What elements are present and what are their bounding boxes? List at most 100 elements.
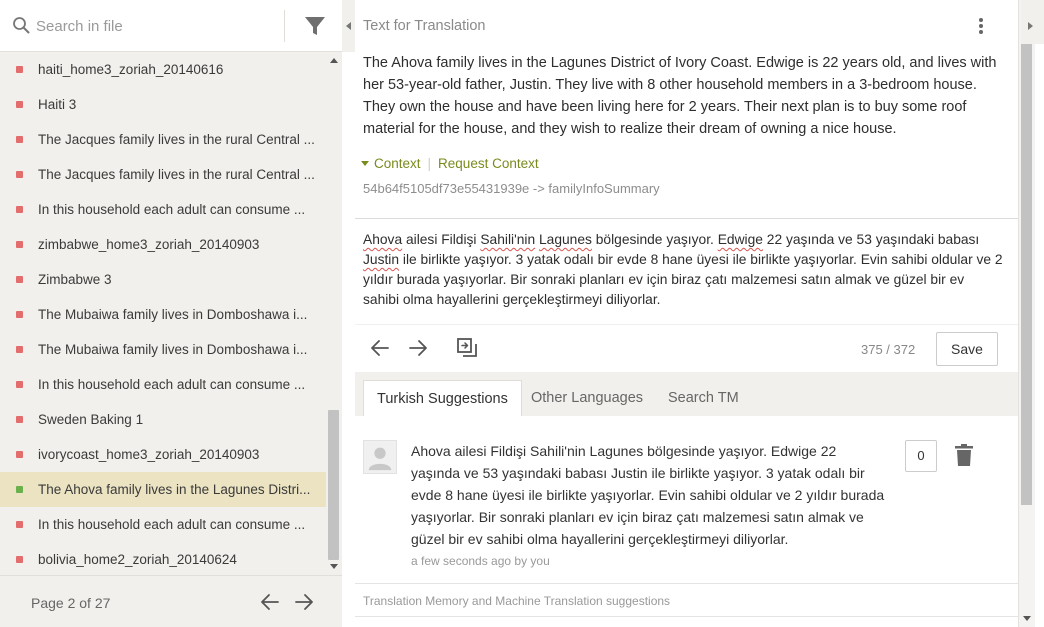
- file-list-item[interactable]: bolivia_home2_zoriah_20140624: [0, 542, 326, 575]
- untranslated-status-icon: [16, 381, 23, 388]
- context-toggle[interactable]: Context: [374, 156, 421, 171]
- untranslated-status-icon: [16, 346, 23, 353]
- translation-toolbar: 375 / 372 Save: [355, 324, 1018, 372]
- file-list-item[interactable]: ivorycoast_home3_zoriah_20140903: [0, 437, 326, 472]
- expand-right-panel-button[interactable]: [1018, 0, 1044, 52]
- untranslated-status-icon: [16, 521, 23, 528]
- previous-segment-icon[interactable]: [369, 337, 391, 359]
- next-segment-icon[interactable]: [407, 337, 429, 359]
- editor-panel: Text for Translation The Ahova family li…: [355, 0, 1018, 627]
- file-list-item[interactable]: The Mubaiwa family lives in Domboshawa i…: [0, 297, 326, 332]
- file-list-item-label: In this household each adult can consume…: [38, 202, 306, 217]
- arrow-right-icon[interactable]: [294, 592, 314, 612]
- tab-search-tm[interactable]: Search TM: [655, 380, 752, 416]
- context-row: Context | Request Context: [361, 156, 539, 171]
- pager: Page 2 of 27: [0, 575, 342, 627]
- file-list-item[interactable]: In this household each adult can consume…: [0, 192, 326, 227]
- more-options-icon[interactable]: [971, 14, 991, 38]
- user-avatar-icon: [363, 440, 397, 474]
- file-list-item[interactable]: Zimbabwe 3: [0, 262, 326, 297]
- tab-other-languages[interactable]: Other Languages: [518, 380, 656, 416]
- search-icon: [13, 17, 30, 34]
- file-list-item[interactable]: haiti_home3_zoriah_20140616: [0, 52, 326, 87]
- file-list-item-label: The Jacques family lives in the rural Ce…: [38, 167, 315, 182]
- translation-text-run: bölgesinde yaşıyor.: [591, 232, 718, 247]
- copy-source-icon[interactable]: [456, 337, 478, 359]
- misspelled-word: Lagunes: [538, 232, 592, 247]
- editor-scrollbar[interactable]: [1018, 0, 1044, 627]
- untranslated-status-icon: [16, 241, 23, 248]
- filter-icon[interactable]: [304, 15, 326, 37]
- file-list-item-label: In this household each adult can consume…: [38, 377, 306, 392]
- chevron-left-icon: [346, 22, 351, 30]
- trash-icon[interactable]: [955, 444, 973, 466]
- collapse-left-panel-button[interactable]: [342, 0, 355, 52]
- file-list-item-label: The Jacques family lives in the rural Ce…: [38, 132, 315, 147]
- suggestion-item: Ahova ailesi Fildişi Sahili'nin Lagunes …: [355, 416, 1018, 584]
- divider: [355, 218, 1018, 219]
- suggestion-meta: a few seconds ago by you: [411, 554, 550, 568]
- file-list-item-label: ivorycoast_home3_zoriah_20140903: [38, 447, 260, 462]
- source-text: The Ahova family lives in the Lagunes Di…: [363, 55, 997, 137]
- scroll-up-icon[interactable]: [330, 58, 338, 63]
- untranslated-status-icon: [16, 171, 23, 178]
- file-list-item[interactable]: The Jacques family lives in the rural Ce…: [0, 122, 326, 157]
- file-list-item[interactable]: The Mubaiwa family lives in Domboshawa i…: [0, 332, 326, 367]
- file-list-item[interactable]: Sweden Baking 1: [0, 402, 326, 437]
- translation-text-run: ailesi Fildişi: [402, 232, 481, 247]
- translated-status-icon: [16, 486, 23, 493]
- untranslated-status-icon: [16, 451, 23, 458]
- character-counter: 375 / 372: [861, 342, 916, 357]
- separator: |: [427, 156, 432, 171]
- file-list-item[interactable]: zimbabwe_home3_zoriah_20140903: [0, 227, 326, 262]
- arrow-left-icon[interactable]: [260, 592, 280, 612]
- untranslated-status-icon: [16, 206, 23, 213]
- file-list-item-label: The Ahova family lives in the Lagunes Di…: [38, 482, 311, 497]
- file-list-item-label: In this household each adult can consume…: [38, 517, 306, 532]
- translation-text-run: ile birlikte yaşıyor. 3 yatak odalı bir …: [363, 252, 1003, 307]
- tab-turkish-suggestions[interactable]: Turkish Suggestions: [363, 380, 522, 416]
- file-list-item-label: Sweden Baking 1: [38, 412, 144, 427]
- untranslated-status-icon: [16, 556, 23, 563]
- file-list-item[interactable]: In this household each adult can consume…: [0, 367, 326, 402]
- chevron-right-icon: [1028, 22, 1033, 30]
- file-list-item[interactable]: In this household each adult can consume…: [0, 507, 326, 542]
- search-input[interactable]: [36, 14, 276, 38]
- suggestion-tabs: Turkish Suggestions Other Languages Search…: [355, 372, 1018, 416]
- file-list-item-label: The Mubaiwa family lives in Domboshawa i…: [38, 342, 308, 357]
- untranslated-status-icon: [16, 276, 23, 283]
- file-list-item-label: bolivia_home2_zoriah_20140624: [38, 552, 237, 567]
- scrollbar-thumb[interactable]: [328, 410, 339, 560]
- scroll-down-icon[interactable]: [1023, 616, 1031, 621]
- file-list-item[interactable]: Haiti 3: [0, 87, 326, 122]
- scroll-down-icon[interactable]: [330, 564, 338, 569]
- divider: [284, 10, 285, 42]
- file-list-item-label: The Mubaiwa family lives in Domboshawa i…: [38, 307, 308, 322]
- search-bar: [0, 0, 342, 52]
- vote-count[interactable]: 0: [905, 440, 937, 472]
- context-key: 54b64f5105df73e55431939e -> familyInfoSu…: [363, 181, 660, 196]
- suggestion-text[interactable]: Ahova ailesi Fildişi Sahili'nin Lagunes …: [411, 440, 889, 550]
- divider: [355, 616, 1018, 617]
- save-button[interactable]: Save: [936, 332, 998, 366]
- caret-down-icon: [361, 161, 369, 166]
- file-list-scrollbar[interactable]: [326, 52, 342, 575]
- file-list-item-label: Haiti 3: [38, 97, 77, 112]
- untranslated-status-icon: [16, 66, 23, 73]
- file-list: haiti_home3_zoriah_20140616 Haiti 3 The Ja…: [0, 52, 326, 575]
- file-list-item-label: haiti_home3_zoriah_20140616: [38, 62, 224, 77]
- request-context-link[interactable]: Request Context: [438, 156, 539, 171]
- source-title: Text for Translation: [363, 18, 486, 34]
- page-indicator: Page 2 of 27: [31, 595, 111, 611]
- misspelled-word: Edwige: [717, 232, 763, 247]
- file-list-item[interactable]: The Jacques family lives in the rural Ce…: [0, 157, 326, 192]
- untranslated-status-icon: [16, 311, 23, 318]
- file-list-item-label: zimbabwe_home3_zoriah_20140903: [38, 237, 260, 252]
- scrollbar-thumb[interactable]: [1021, 40, 1032, 505]
- file-list-item[interactable]: The Ahova family lives in the Lagunes Di…: [0, 472, 326, 507]
- translation-editor[interactable]: Ahova ailesi Fildişi Sahili'nin Lagunes …: [363, 230, 1003, 310]
- suggestions-footer-note: Translation Memory and Machine Translati…: [363, 594, 671, 608]
- file-list-item-label: Zimbabwe 3: [38, 272, 112, 287]
- file-panel: haiti_home3_zoriah_20140616 Haiti 3 The Ja…: [0, 0, 342, 627]
- misspelled-word: Sahili'nin: [480, 232, 536, 247]
